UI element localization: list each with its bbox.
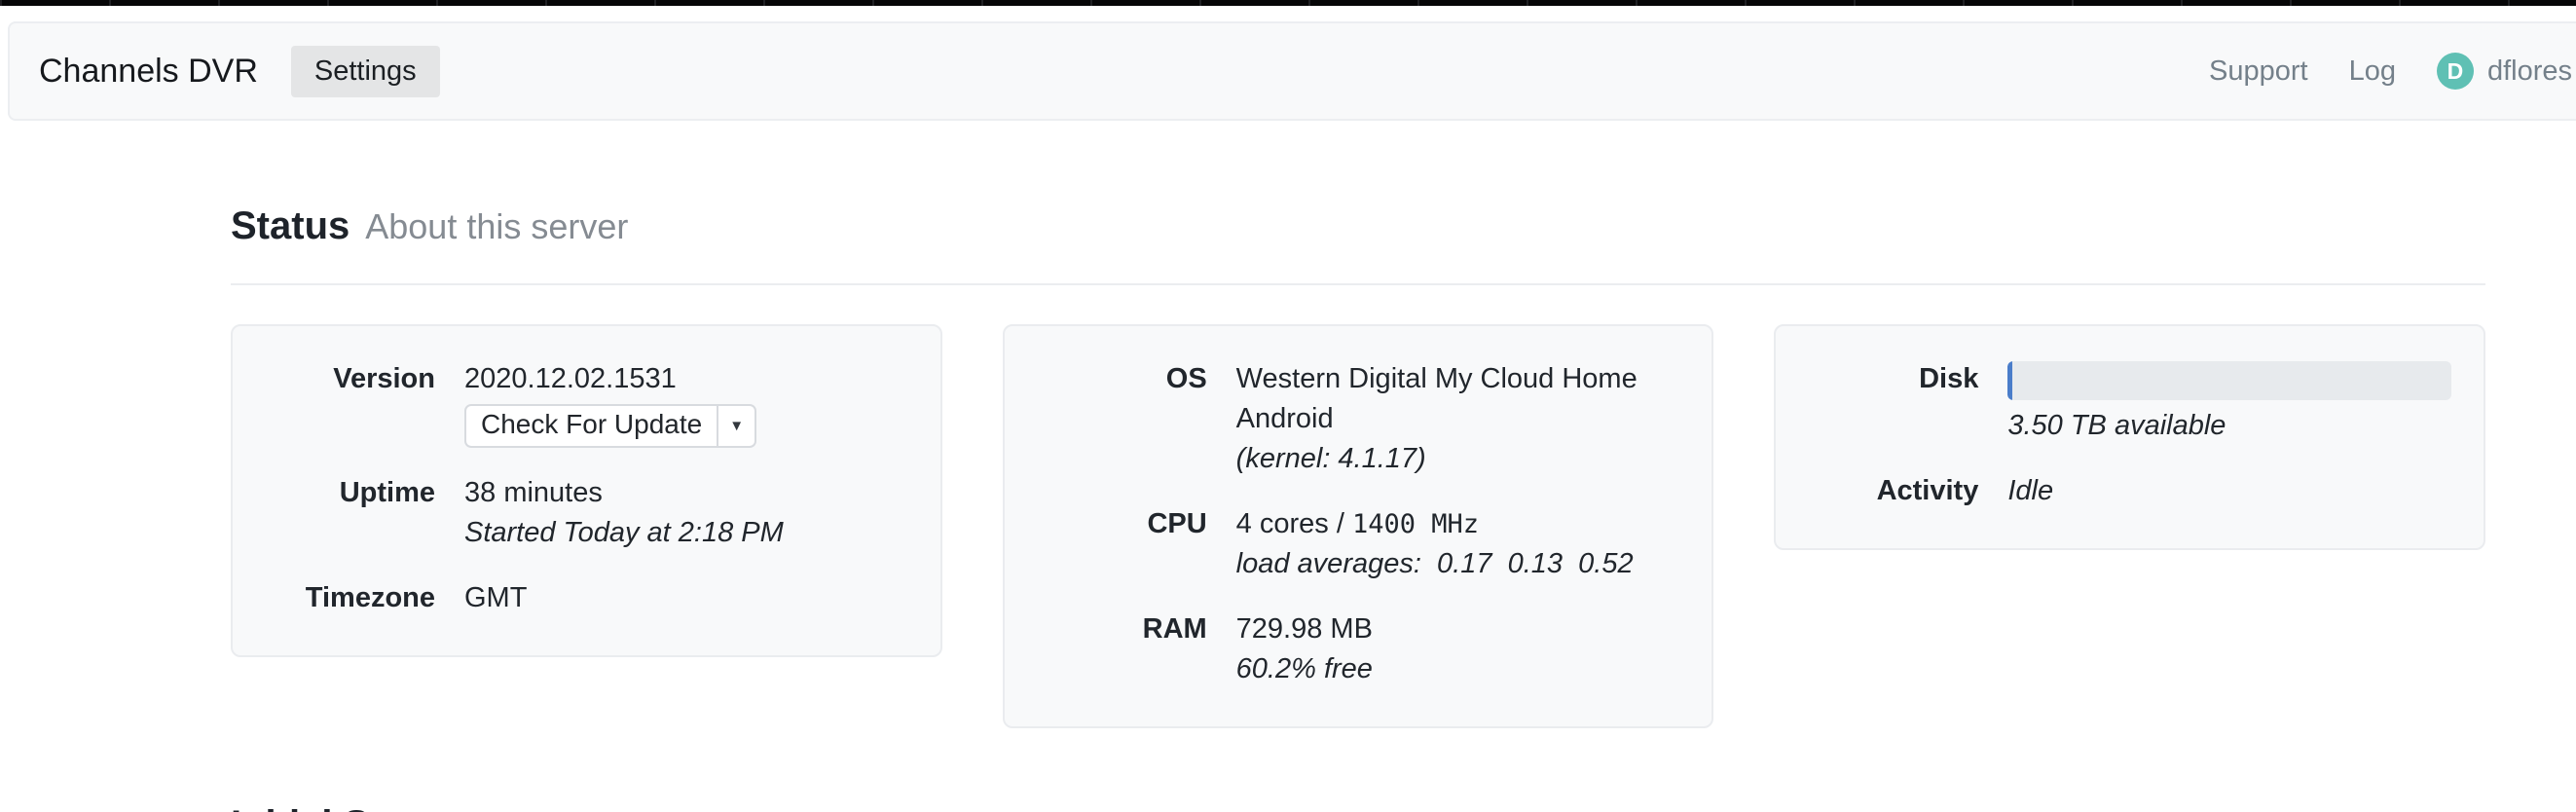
disk-value-cell: 3.50 TB available <box>2007 359 2451 446</box>
ram-label: RAM <box>1037 609 1207 689</box>
check-for-update-button[interactable]: Check For Update ▼ <box>464 404 756 448</box>
initial-setup-title: Initial Setup <box>231 803 452 812</box>
disk-available: 3.50 TB available <box>2007 406 2451 446</box>
status-header: Status About this server <box>231 204 2485 248</box>
ram-value-cell: 729.98 MB 60.2% free <box>1236 609 1680 689</box>
navbar: Channels DVR Settings Support Log D dflo… <box>8 21 2576 121</box>
cpu-row: CPU 4 cores / 1400 MHz load averages: 0.… <box>1037 504 1680 584</box>
activity-label: Activity <box>1808 471 1978 511</box>
disk-usage-bar <box>2007 361 2451 400</box>
disk-card: Disk 3.50 TB available Activity Idle <box>1774 324 2485 550</box>
os-value-cell: Western Digital My Cloud Home Android (k… <box>1236 359 1680 479</box>
version-row: Version 2020.12.02.1531 Check For Update… <box>265 359 908 448</box>
browser-tab-strip <box>0 0 2576 6</box>
status-cards: Version 2020.12.02.1531 Check For Update… <box>231 324 2485 728</box>
disk-usage-fill <box>2007 361 2012 400</box>
update-dropdown-toggle[interactable]: ▼ <box>717 406 754 446</box>
main-content: Status About this server Version 2020.12… <box>231 204 2485 812</box>
timezone-label: Timezone <box>265 578 435 618</box>
log-link[interactable]: Log <box>2349 55 2396 88</box>
cpu-value-cell: 4 cores / 1400 MHz load averages: 0.17 0… <box>1236 504 1680 584</box>
ram-value: 729.98 MB <box>1236 609 1680 649</box>
initial-setup-subtitle: let's get your DVR up and running! <box>467 805 1002 812</box>
os-row: OS Western Digital My Cloud Home Android… <box>1037 359 1680 479</box>
uptime-row: Uptime 38 minutes Started Today at 2:18 … <box>265 473 908 553</box>
version-value-cell: 2020.12.02.1531 Check For Update ▼ <box>464 359 908 448</box>
uptime-detail: Started Today at 2:18 PM <box>464 513 908 553</box>
uptime-label: Uptime <box>265 473 435 553</box>
support-link[interactable]: Support <box>2209 55 2308 88</box>
ram-free: 60.2% free <box>1236 649 1680 689</box>
user-menu[interactable]: D dflores <box>2437 53 2572 90</box>
page-subtitle: About this server <box>365 206 628 247</box>
username: dflores <box>2487 55 2572 88</box>
system-card: OS Western Digital My Cloud Home Android… <box>1003 324 1714 728</box>
navbar-right: Support Log D dflores <box>2209 53 2572 90</box>
uptime-value-cell: 38 minutes Started Today at 2:18 PM <box>464 473 908 553</box>
os-value: Western Digital My Cloud Home Android <box>1236 359 1680 439</box>
disk-row: Disk 3.50 TB available <box>1808 359 2451 446</box>
tab-settings[interactable]: Settings <box>291 46 440 97</box>
app-brand: Channels DVR <box>39 53 258 91</box>
cpu-mhz: 1400 MHz <box>1352 509 1479 539</box>
cpu-load-averages: load averages: 0.17 0.13 0.52 <box>1236 544 1680 584</box>
check-for-update-label[interactable]: Check For Update <box>466 406 717 446</box>
section-divider <box>231 283 2485 285</box>
version-label: Version <box>265 359 435 448</box>
ram-row: RAM 729.98 MB 60.2% free <box>1037 609 1680 689</box>
cpu-value: 4 cores / 1400 MHz <box>1236 504 1680 544</box>
initial-setup-header: Initial Setup let's get your DVR up and … <box>231 803 2485 812</box>
version-card: Version 2020.12.02.1531 Check For Update… <box>231 324 942 657</box>
activity-row: Activity Idle <box>1808 471 2451 511</box>
timezone-value: GMT <box>464 578 908 618</box>
os-label: OS <box>1037 359 1207 479</box>
chevron-down-icon: ▼ <box>729 406 744 446</box>
avatar: D <box>2437 53 2474 90</box>
activity-value: Idle <box>2007 471 2451 511</box>
disk-label: Disk <box>1808 359 1978 446</box>
cpu-cores: 4 cores / <box>1236 508 1352 539</box>
uptime-value: 38 minutes <box>464 473 908 513</box>
os-kernel: (kernel: 4.1.17) <box>1236 439 1680 479</box>
timezone-row: Timezone GMT <box>265 578 908 618</box>
page-title: Status <box>231 204 350 248</box>
cpu-label: CPU <box>1037 504 1207 584</box>
version-value: 2020.12.02.1531 <box>464 359 908 399</box>
